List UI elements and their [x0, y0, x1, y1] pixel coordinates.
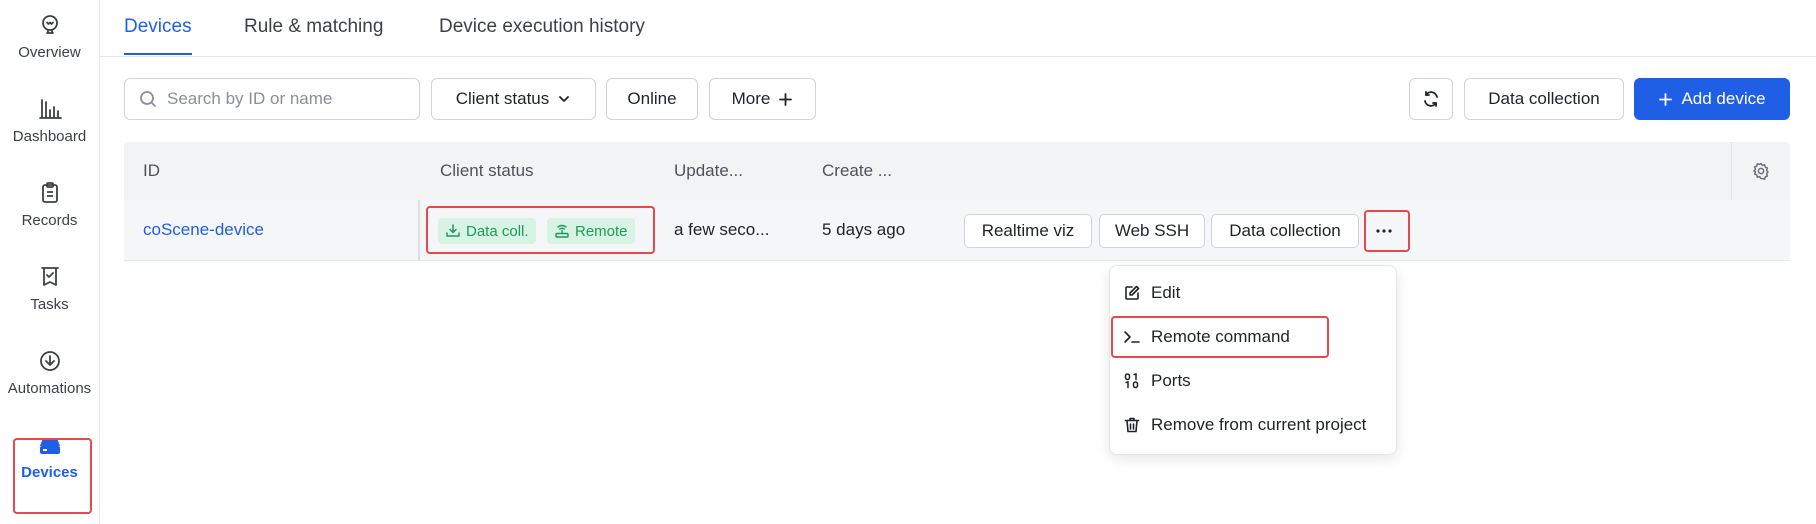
- edit-icon: [1123, 284, 1141, 302]
- data-collection-button[interactable]: Data collection: [1464, 78, 1624, 120]
- client-status-filter-label: Client status: [455, 89, 550, 108]
- menu-item-label: Remote command: [1151, 327, 1290, 346]
- device-id-link[interactable]: coScene-device: [143, 200, 264, 260]
- sidebar-item-dashboard[interactable]: Dashboard: [0, 84, 99, 156]
- automation-icon: [37, 348, 63, 374]
- sidebar-item-label: Dashboard: [12, 127, 87, 145]
- sidebar-item-devices[interactable]: Devices: [0, 420, 99, 492]
- refresh-button[interactable]: [1409, 78, 1453, 120]
- tab-devices[interactable]: Devices: [124, 0, 192, 55]
- terminal-icon: [1123, 328, 1141, 346]
- sidebar-item-label: Devices: [21, 463, 78, 481]
- status-badge-remote: Remote: [547, 218, 635, 244]
- more-actions-menu: Edit Remote command Ports Remove from cu…: [1109, 265, 1397, 455]
- download-icon: [445, 223, 461, 239]
- gear-icon: [1752, 162, 1770, 180]
- tab-device-execution-history[interactable]: Device execution history: [439, 0, 645, 55]
- sidebar-item-label: Records: [21, 211, 78, 229]
- more-filters-button[interactable]: More: [709, 78, 816, 120]
- task-icon: [37, 264, 63, 290]
- realtime-viz-button[interactable]: Realtime viz: [964, 214, 1092, 248]
- created-time: 5 days ago: [822, 220, 906, 239]
- menu-item-label: Ports: [1151, 371, 1191, 390]
- menu-item-edit[interactable]: Edit: [1123, 273, 1180, 313]
- sidebar-item-overview[interactable]: Overview: [0, 0, 99, 72]
- search-icon: [139, 90, 157, 108]
- trash-icon: [1123, 416, 1141, 434]
- web-ssh-button[interactable]: Web SSH: [1099, 214, 1205, 248]
- router-icon: [554, 223, 570, 239]
- device-icon: [37, 432, 63, 458]
- plus-icon: [778, 92, 793, 107]
- menu-item-remove-from-project[interactable]: Remove from current project: [1123, 405, 1366, 445]
- ellipsis-icon: [1375, 228, 1393, 234]
- sidebar-item-automations[interactable]: Automations: [0, 336, 99, 408]
- status-badge-label: Remote: [575, 222, 628, 240]
- status-badge-data-collection: Data coll.: [438, 218, 536, 244]
- column-settings-button[interactable]: [1731, 142, 1790, 200]
- table-header: ID Client status Update... Create ...: [124, 142, 1790, 200]
- column-header-updated[interactable]: Update...: [674, 142, 743, 200]
- row-data-collection-button[interactable]: Data collection: [1211, 214, 1359, 248]
- binary-icon: [1123, 372, 1141, 390]
- sidebar: Overview Dashboard Records Tasks Automat…: [0, 0, 100, 524]
- column-header-client-status[interactable]: Client status: [440, 142, 534, 200]
- refresh-icon: [1421, 89, 1441, 109]
- sidebar-item-records[interactable]: Records: [0, 168, 99, 240]
- bulb-icon: [37, 12, 63, 38]
- more-filters-label: More: [731, 89, 771, 108]
- sidebar-item-label: Tasks: [30, 295, 69, 313]
- bar-chart-icon: [37, 96, 63, 122]
- status-badge-label: Data coll.: [466, 222, 529, 240]
- online-filter-button[interactable]: Online: [606, 78, 698, 120]
- plus-icon: [1658, 92, 1673, 107]
- updated-time: a few seco...: [674, 220, 770, 239]
- column-divider: [418, 200, 420, 260]
- menu-item-ports[interactable]: Ports: [1123, 361, 1191, 401]
- sidebar-item-tasks[interactable]: Tasks: [0, 252, 99, 324]
- column-header-created[interactable]: Create ...: [822, 142, 892, 200]
- more-actions-button[interactable]: [1367, 216, 1401, 246]
- menu-item-label: Edit: [1151, 283, 1181, 302]
- chevron-down-icon: [557, 92, 571, 106]
- table-row: coScene-device Data coll. Remote a few s…: [124, 200, 1790, 261]
- add-device-button[interactable]: Add device: [1634, 78, 1790, 120]
- sidebar-item-label: Overview: [18, 43, 81, 61]
- add-device-label: Add device: [1681, 89, 1766, 108]
- search-box[interactable]: [124, 78, 420, 120]
- menu-item-label: Remove from current project: [1151, 415, 1367, 434]
- menu-item-remote-command[interactable]: Remote command: [1123, 317, 1290, 357]
- clipboard-icon: [37, 180, 63, 206]
- client-status-filter-button[interactable]: Client status: [431, 78, 596, 120]
- search-input[interactable]: [165, 88, 409, 110]
- tab-rule-matching[interactable]: Rule & matching: [244, 0, 383, 55]
- sidebar-item-label: Automations: [7, 379, 92, 397]
- column-header-id[interactable]: ID: [143, 142, 160, 200]
- tab-bar: Devices Rule & matching Device execution…: [100, 0, 1816, 57]
